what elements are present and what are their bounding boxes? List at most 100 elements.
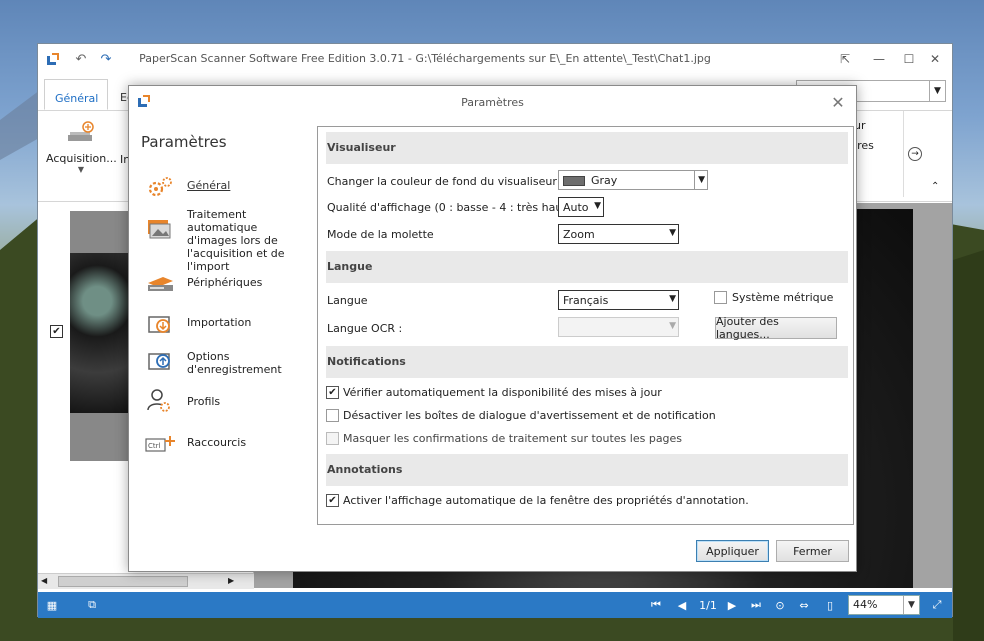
scrollbar-thumb[interactable] [58,576,188,587]
chevron-down-icon: ▼ [929,81,945,101]
nav-label: Options d'enregistrement [187,350,282,376]
language-label: Langue [327,294,368,307]
dropdown-arrow-icon: ▼ [77,165,85,174]
title-bar: ↶ ↷ PaperScan Scanner Software Free Edit… [38,44,952,74]
nav-item-profiles[interactable]: Profils [145,388,315,418]
keyboard-shortcut-icon: Ctrl [145,436,175,452]
annotation-props-checkbox[interactable]: ✔ [326,494,339,507]
section-header-viewer: Visualiseur [326,132,848,164]
scanner-acquire-icon [68,121,94,141]
quality-value: Auto [563,201,589,214]
svg-text:Ctrl: Ctrl [148,442,161,450]
next-page-icon[interactable]: ▶ [724,597,740,613]
scroll-right-icon[interactable]: ▶ [228,576,234,585]
metric-system-checkbox[interactable] [714,291,727,304]
tab-general[interactable]: Général [44,79,108,110]
metric-system-label: Système métrique [732,291,834,304]
nav-label: Profils [187,395,221,408]
section-header-language: Langue [326,251,848,283]
close-dialog-button[interactable]: Fermer [776,540,849,562]
zoom-value: 44% [853,598,878,611]
thumbnail-checkbox[interactable]: ✔ [50,325,63,338]
language-value: Français [563,294,609,307]
language-select[interactable]: Français ▼ [558,290,679,310]
dialog-close-button[interactable]: ✕ [828,92,848,112]
scanner-icon [148,277,173,291]
chevron-down-icon: ▼ [669,321,676,331]
nav-label: Traitement automatique d'images lors de … [187,208,285,273]
last-page-icon[interactable]: ⏭ [748,597,764,613]
bg-color-value: Gray [591,174,618,187]
view-mode-icon[interactable]: ▦ [44,597,60,613]
status-bar: ▦ ⧉ ⏮ ◀ 1/1 ▶ ⏭ ⊙ ⇔ ▯ 44% ▼ ⤢ [38,592,952,618]
dialog-title: Paramètres [461,96,524,109]
undo-icon[interactable]: ↶ [70,48,92,70]
first-page-icon[interactable]: ⏮ [648,597,664,613]
wheel-mode-value: Zoom [563,228,595,241]
ribbon-divider [903,111,904,197]
add-languages-button[interactable]: Ajouter des langues... [715,315,837,341]
settings-panel: Visualiseur Changer la couleur de fond d… [317,126,854,525]
quality-label: Qualité d'affichage (0 : basse - 4 : trè… [327,201,578,214]
save-icon [148,353,170,370]
dialog-heading: Paramètres [141,133,227,151]
horizontal-scrollbar[interactable]: ◀ ▶ [38,573,254,589]
nav-item-general[interactable]: Général [145,174,315,200]
window-title: PaperScan Scanner Software Free Edition … [139,52,711,65]
import-icon [148,316,170,333]
minimize-button[interactable]: — [868,50,890,68]
wheel-mode-label: Mode de la molette [327,228,434,241]
hide-confirmations-checkbox[interactable] [326,432,339,445]
bg-color-select[interactable]: Gray ▼ [558,170,708,190]
close-button[interactable]: ✕ [924,50,946,68]
pin-ribbon-icon[interactable]: ⇱ [834,50,856,68]
zoom-100-icon[interactable]: ⊙ [770,597,790,613]
chevron-down-icon: ▼ [594,201,601,211]
nav-item-shortcuts[interactable]: Ctrl Raccourcis [145,430,315,456]
quality-select[interactable]: Auto ▼ [558,197,604,217]
page-indicator: 1/1 [699,598,717,612]
ribbon-scroll-right-icon[interactable]: → [908,147,922,161]
annotation-props-label: Activer l'affichage automatique de la fe… [343,494,749,507]
zoom-combo[interactable]: 44% ▼ [848,595,920,615]
acquisition-button[interactable]: Acquisition... ▼ [46,111,117,174]
disable-warnings-checkbox[interactable] [326,409,339,422]
chevron-down-icon: ▼ [694,171,705,189]
nav-label: Général [187,179,231,192]
ocr-language-select[interactable]: ▼ [558,317,679,337]
nav-label: Raccourcis [187,436,247,449]
collapse-ribbon-icon[interactable]: ⌃ [931,181,939,192]
nav-item-devices[interactable]: Périphériques [145,271,315,297]
fullscreen-icon[interactable]: ⤢ [930,597,944,613]
fit-width-icon[interactable]: ⇔ [796,597,812,613]
settings-dialog: Paramètres ✕ Paramètres Général Traiteme… [128,85,857,572]
gears-icon [148,177,172,197]
section-header-annotations: Annotations [326,454,848,486]
disable-warnings-label: Désactiver les boîtes de dialogue d'aver… [343,409,716,422]
bg-color-label: Changer la couleur de fond du visualiseu… [327,175,557,188]
nav-label: Importation [187,316,252,329]
nav-item-import[interactable]: Importation [145,311,315,337]
nav-item-auto-processing[interactable]: Traitement automatique d'images lors de … [145,206,315,273]
hide-confirmations-label: Masquer les confirmations de traitement … [343,432,683,445]
color-swatch [563,176,585,186]
section-header-notifications: Notifications [326,346,848,378]
layout-icon[interactable]: ⧉ [84,597,100,613]
apply-button[interactable]: Appliquer [696,540,769,562]
chevron-down-icon: ▼ [903,596,919,614]
scroll-left-icon[interactable]: ◀ [41,576,47,585]
profile-icon [147,389,170,412]
check-updates-label: Vérifier automatiquement la disponibilit… [343,386,662,399]
ocr-language-label: Langue OCR : [327,322,403,335]
image-stack-icon [148,220,171,239]
maximize-button[interactable]: ☐ [898,50,920,68]
chevron-down-icon: ▼ [669,228,676,238]
chevron-down-icon: ▼ [669,294,676,304]
fit-page-icon[interactable]: ▯ [822,597,838,613]
wheel-mode-select[interactable]: Zoom ▼ [558,224,679,244]
nav-item-save-options[interactable]: Options d'enregistrement [145,348,315,378]
prev-page-icon[interactable]: ◀ [674,597,690,613]
app-logo-icon[interactable] [42,48,64,70]
check-updates-checkbox[interactable]: ✔ [326,386,339,399]
acquisition-label: Acquisition... [46,152,117,165]
